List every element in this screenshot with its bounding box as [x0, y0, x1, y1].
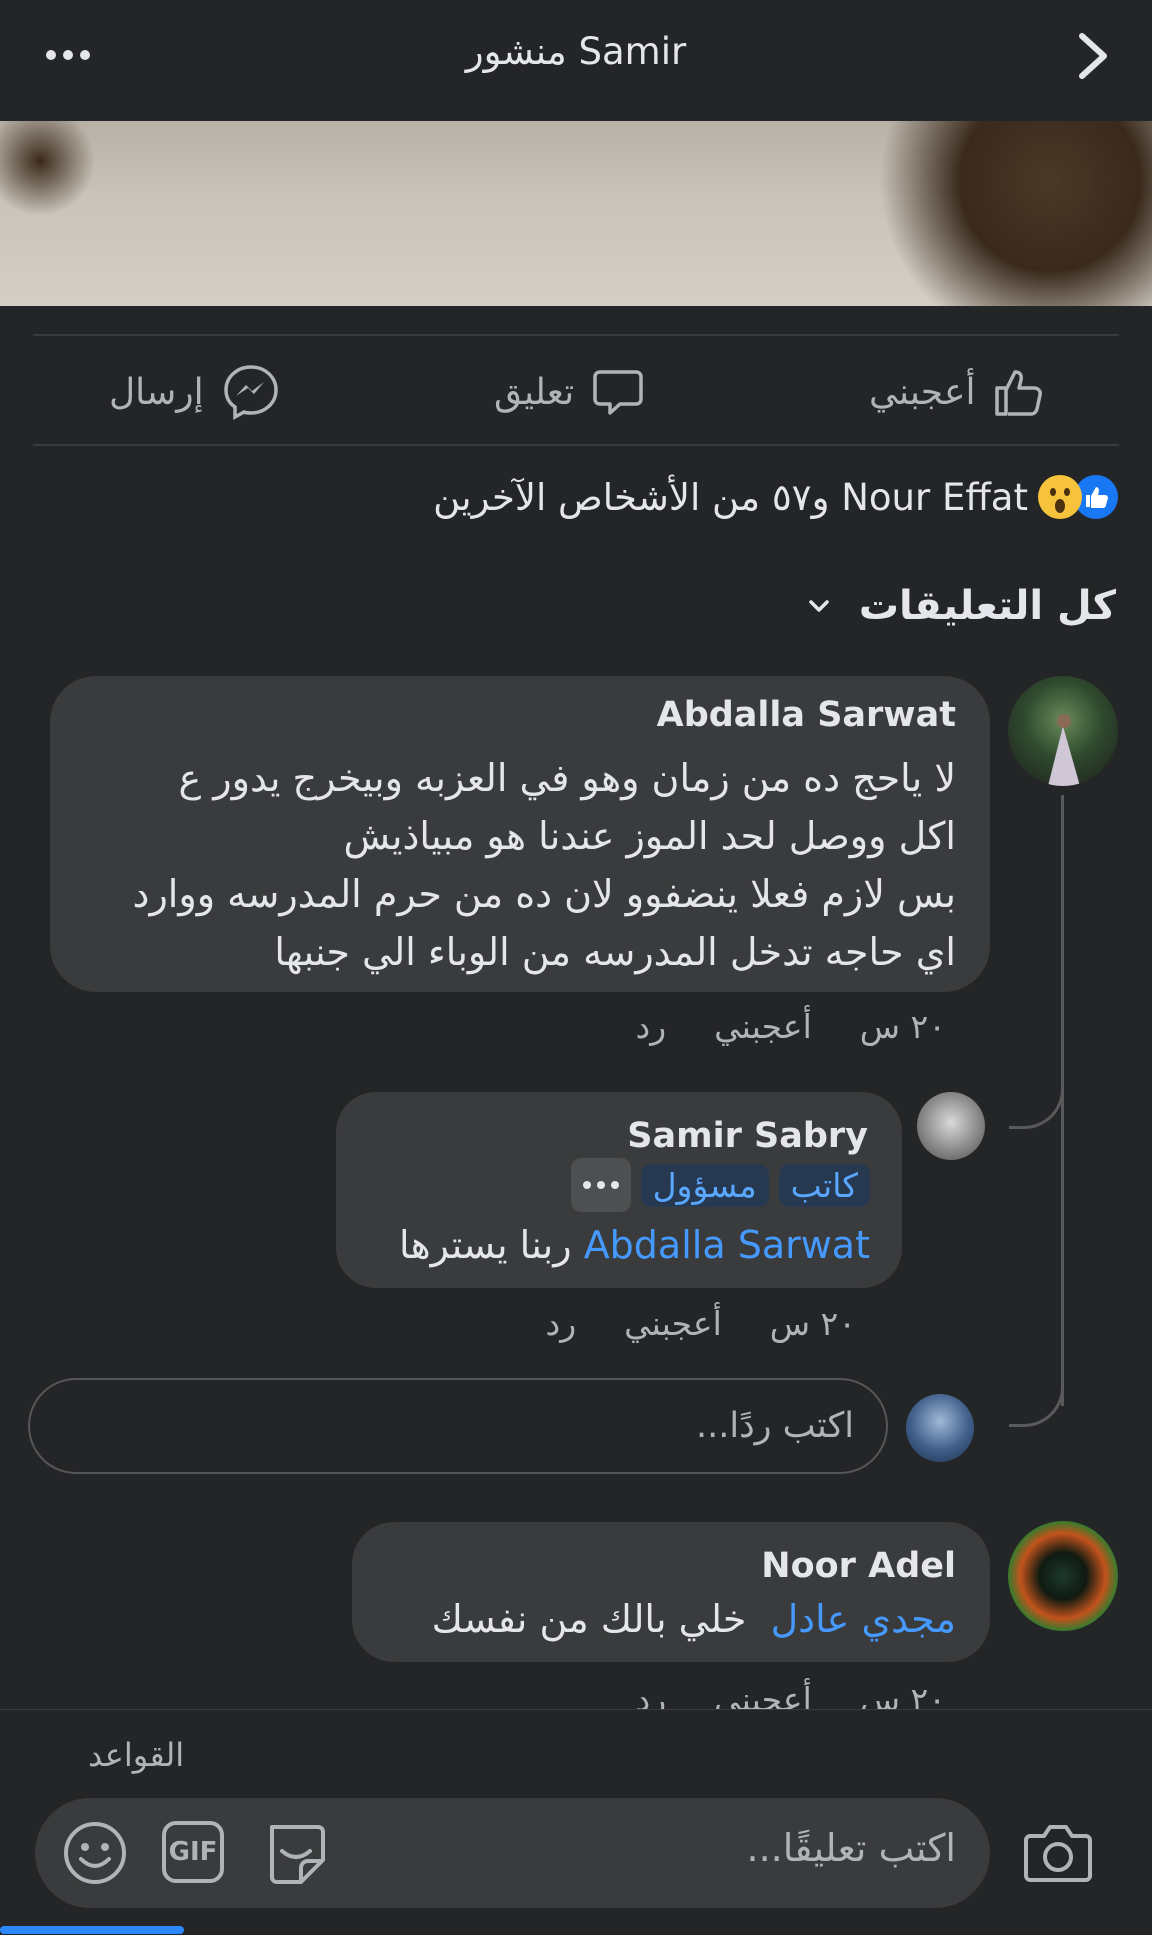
reply-input[interactable]: اكتب ردًا...	[28, 1378, 888, 1474]
comment-author[interactable]: Samir Sabry	[627, 1116, 868, 1156]
divider	[33, 334, 1119, 336]
post-photo[interactable]	[0, 121, 1152, 306]
sticker-icon[interactable]	[260, 1817, 332, 1889]
reactions-summary[interactable]: Nour Effat و٥٧ من الأشخاص الآخرين	[433, 475, 1118, 519]
comment-like-button[interactable]: أعجبني	[624, 1304, 722, 1343]
author-badge: كاتب	[778, 1163, 870, 1207]
comment-like-button[interactable]: أعجبني	[714, 1007, 812, 1046]
mention-link[interactable]: مجدي عادل	[771, 1597, 956, 1641]
more-icon[interactable]	[570, 1158, 631, 1212]
comment-button[interactable]: تعليق	[494, 357, 644, 427]
comment-text: لا ياحج ده من زمان وهو في العزبه وبيخرج …	[133, 749, 956, 981]
comment-label: تعليق	[494, 371, 575, 413]
badges: كاتب مسؤول	[570, 1158, 870, 1212]
comment-icon	[593, 370, 643, 415]
reply-bubble[interactable]: Samir Sabry كاتب مسؤول Abdalla Sarwat رب…	[336, 1092, 902, 1288]
comments-filter[interactable]: كل التعليقات	[805, 583, 1116, 629]
comment-body: خلي بالك من نفسك	[431, 1597, 747, 1641]
scroll-indicator	[0, 1926, 184, 1934]
composer-placeholder: اكتب تعليقًا...	[746, 1826, 956, 1870]
comment-reply-button[interactable]: رد	[636, 1007, 667, 1046]
thread-branch	[1009, 1350, 1064, 1427]
gif-label: GIF	[168, 1837, 218, 1867]
comment-bubble[interactable]: Abdalla Sarwat لا ياحج ده من زمان وهو في…	[50, 676, 990, 992]
comment-text: مجدي عادل خلي بالك من نفسك	[432, 1590, 956, 1648]
avatar[interactable]	[917, 1092, 985, 1160]
reply-placeholder: اكتب ردًا...	[695, 1406, 854, 1446]
comment-meta: ٢٠ س أعجبني رد	[636, 1007, 946, 1046]
chevron-down-icon	[809, 600, 829, 612]
page-title: منشور Samir	[465, 30, 687, 73]
thumbs-up-icon	[995, 370, 1043, 416]
comment-reply-button[interactable]: رد	[546, 1304, 577, 1343]
comment-line: لا ياحج ده من زمان وهو في العزبه وبيخرج …	[178, 756, 957, 800]
admin-badge: مسؤول	[640, 1163, 769, 1207]
filter-label: كل التعليقات	[858, 583, 1116, 629]
like-button[interactable]: أعجبني	[869, 357, 1045, 427]
mention-link[interactable]: Abdalla Sarwat	[584, 1223, 870, 1267]
avatar-photo	[1048, 714, 1080, 786]
comment-text: Abdalla Sarwat ربنا يسترها	[399, 1216, 870, 1274]
comment-meta: ٢٠ س أعجبني رد	[546, 1304, 856, 1343]
comment-author[interactable]: Noor Adel	[761, 1546, 956, 1586]
comment-body: ربنا يسترها	[399, 1223, 572, 1267]
avatar	[906, 1394, 974, 1462]
comment-line: بس لازم فعلا ينضفوو لان ده من حرم المدرس…	[132, 872, 956, 916]
comment-composer[interactable]: اكتب تعليقًا... GIF	[35, 1798, 990, 1908]
top-bar: منشور Samir	[0, 0, 1152, 122]
chevron-right-icon[interactable]	[1068, 28, 1118, 83]
wow-reaction-icon	[1038, 475, 1082, 519]
send-button[interactable]: إرسال	[109, 357, 280, 427]
reactions-text: Nour Effat و٥٧ من الأشخاص الآخرين	[433, 475, 1028, 519]
avatar[interactable]	[1008, 1521, 1118, 1631]
emoji-icon[interactable]	[61, 1819, 129, 1887]
messenger-icon	[223, 365, 278, 420]
thread-branch	[1009, 1050, 1064, 1129]
comment-time: ٢٠ س	[859, 1007, 946, 1046]
camera-icon[interactable]	[1022, 1820, 1094, 1886]
avatar[interactable]	[1008, 676, 1118, 786]
divider	[33, 444, 1119, 446]
comment-author[interactable]: Abdalla Sarwat	[657, 695, 956, 735]
gif-icon[interactable]: GIF	[162, 1821, 224, 1883]
comment-bubble[interactable]: Noor Adel مجدي عادل خلي بالك من نفسك	[352, 1522, 990, 1662]
like-label: أعجبني	[869, 371, 976, 413]
comment-time: ٢٠ س	[769, 1304, 856, 1343]
send-label: إرسال	[109, 371, 204, 413]
comment-line: اكل ووصل لحد الموز عندنا هو مبياذيش	[343, 814, 956, 858]
comment-line: اي حاجه تدخل المدرسه من الوباء الي جنبها	[274, 930, 956, 974]
rules-link[interactable]: القواعد	[88, 1736, 184, 1774]
